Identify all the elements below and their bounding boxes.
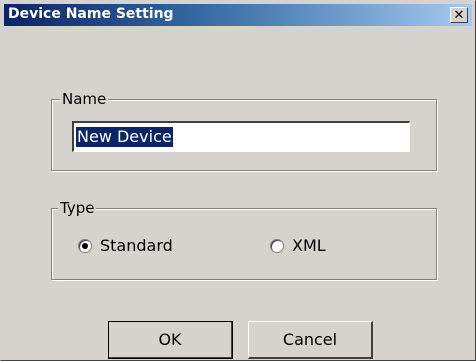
name-group-label: Name [60, 90, 109, 108]
name-groupbox: Name New Device [51, 90, 437, 171]
radio-xml[interactable]: XML [270, 236, 326, 255]
ok-button[interactable]: OK [108, 321, 233, 359]
device-name-value: New Device [76, 127, 173, 147]
device-name-input[interactable]: New Device [72, 121, 410, 152]
radio-xml-unselected-icon [270, 238, 284, 253]
close-icon: ✕ [453, 7, 465, 23]
radio-standard-selected-icon [78, 238, 92, 253]
radio-standard-label: Standard [100, 236, 173, 255]
title-bar[interactable]: Device Name Setting ✕ [4, 4, 472, 26]
dialog-window: Device Name Setting ✕ Name New Device Ty… [0, 0, 476, 361]
cancel-button[interactable]: Cancel [248, 321, 373, 359]
type-group-label: Type [58, 199, 97, 217]
window-title: Device Name Setting [8, 6, 174, 22]
type-groupbox: Type Standard XML [51, 199, 437, 280]
radio-xml-label: XML [292, 236, 326, 255]
close-button[interactable]: ✕ [450, 7, 468, 23]
radio-standard[interactable]: Standard [78, 236, 173, 255]
